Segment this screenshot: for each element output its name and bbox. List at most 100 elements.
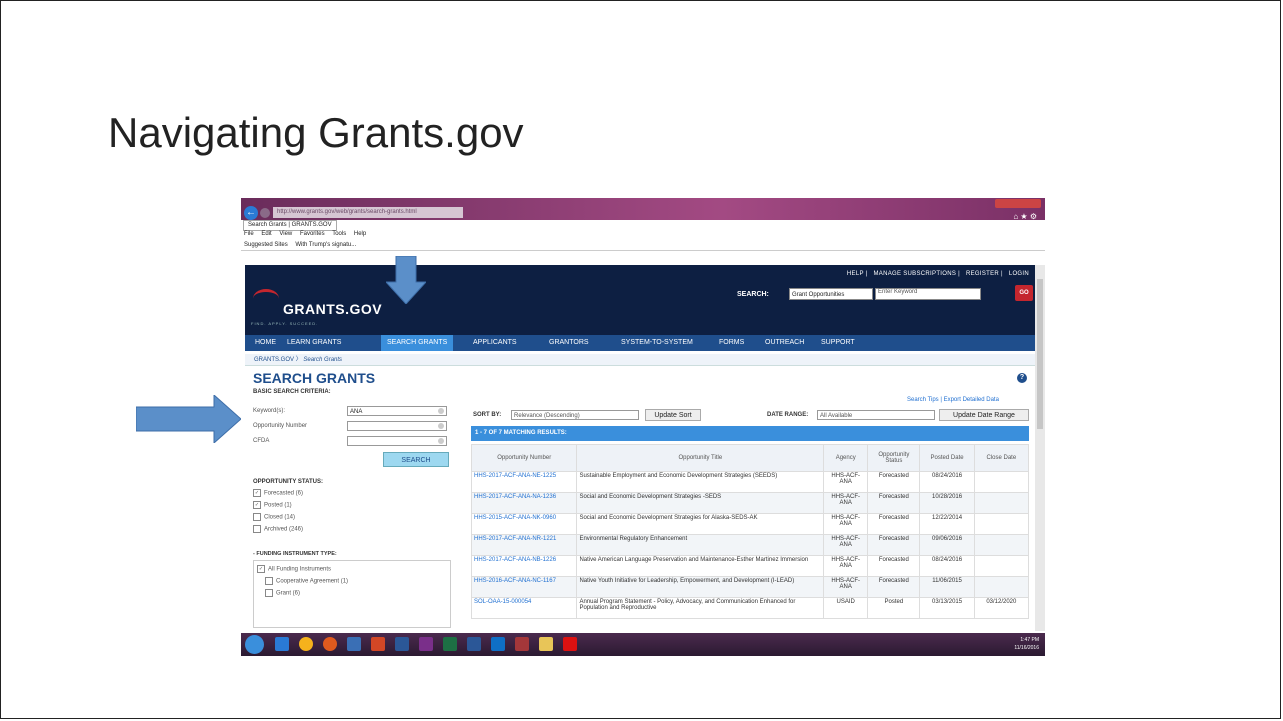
cfda-field[interactable] xyxy=(347,436,447,446)
checkbox-icon[interactable] xyxy=(265,577,273,585)
page-scrollbar[interactable] xyxy=(1035,265,1045,631)
status-archived[interactable]: Archived (246) xyxy=(253,525,303,533)
scrollbar-thumb[interactable] xyxy=(1037,279,1043,429)
nav-search-grants[interactable]: SEARCH GRANTS xyxy=(381,335,454,351)
checkbox-icon[interactable]: ✓ xyxy=(253,489,261,497)
site-logo[interactable]: GRANTS.GOV xyxy=(283,301,382,317)
cell-opp-number[interactable]: HHS-2017-ACF-ANA-NA-1236 xyxy=(470,492,578,514)
cell-opp-number[interactable]: HHS-2016-ACF-ANA-NC-1167 xyxy=(470,576,578,598)
forward-arrow-icon[interactable] xyxy=(260,208,270,218)
outlook-icon[interactable] xyxy=(491,637,505,651)
cell-agency: HHS-ACF-ANA xyxy=(823,513,869,535)
menu-favorites[interactable]: Favorites xyxy=(300,231,325,237)
checkbox-icon[interactable]: ✓ xyxy=(257,565,265,573)
nav-system-to-system[interactable]: SYSTEM-TO-SYSTEM xyxy=(615,335,699,351)
excel-icon[interactable] xyxy=(443,637,457,651)
col-status[interactable]: Opportunity Status xyxy=(867,444,921,472)
menu-tools[interactable]: Tools xyxy=(332,231,346,237)
register-link[interactable]: REGISTER xyxy=(966,271,999,277)
nav-grantors[interactable]: GRANTORS xyxy=(543,335,595,351)
nav-learn-grants[interactable]: LEARN GRANTS xyxy=(281,335,347,351)
fav-trump-signature[interactable]: With Trump's signatu... xyxy=(295,242,356,248)
powerpoint-icon[interactable] xyxy=(371,637,385,651)
col-close-date[interactable]: Close Date xyxy=(973,444,1030,472)
menu-file[interactable]: File xyxy=(244,231,254,237)
start-button-icon[interactable] xyxy=(245,635,264,654)
col-opportunity-number[interactable]: Opportunity Number xyxy=(470,444,578,472)
checkbox-icon[interactable] xyxy=(253,525,261,533)
date-range-select[interactable]: All Available xyxy=(817,410,935,420)
acrobat-icon[interactable] xyxy=(563,637,577,651)
update-date-range-button[interactable]: Update Date Range xyxy=(939,409,1029,421)
funding-instrument-heading[interactable]: - FUNDING INSTRUMENT TYPE: xyxy=(253,551,337,557)
header-search-select[interactable]: Grant Opportunities xyxy=(789,288,873,300)
fit-cooperative[interactable]: Cooperative Agreement (1) xyxy=(265,577,348,585)
cell-posted: 03/13/2015 xyxy=(919,597,975,619)
word-icon-2[interactable] xyxy=(467,637,481,651)
status-posted[interactable]: ✓ Posted (1) xyxy=(253,501,292,509)
window-controls[interactable] xyxy=(995,199,1041,208)
address-bar[interactable]: http://www.grants.gov/web/grants/search-… xyxy=(273,207,463,218)
update-sort-button[interactable]: Update Sort xyxy=(645,409,701,421)
system-tray[interactable]: 1:47 PM 11/16/2016 xyxy=(1014,636,1039,652)
onenote-icon[interactable] xyxy=(419,637,433,651)
col-opportunity-title[interactable]: Opportunity Title xyxy=(576,444,825,472)
status-closed[interactable]: Closed (14) xyxy=(253,513,295,521)
nav-forms[interactable]: FORMS xyxy=(713,335,750,351)
cell-opp-number[interactable]: HHS-2017-ACF-ANA-NB-1226 xyxy=(470,555,578,577)
nav-applicants[interactable]: APPLICANTS xyxy=(467,335,523,351)
firefox-icon[interactable] xyxy=(323,637,337,651)
fav-suggested-sites[interactable]: Suggested Sites xyxy=(244,242,288,248)
clear-icon[interactable] xyxy=(438,438,444,444)
access-icon[interactable] xyxy=(515,637,529,651)
menu-edit[interactable]: Edit xyxy=(261,231,271,237)
cell-status: Posted xyxy=(867,597,921,619)
checkbox-icon[interactable] xyxy=(253,513,261,521)
favorites-bar: Suggested Sites With Trump's signatu... xyxy=(241,239,1045,251)
nav-home[interactable]: HOME xyxy=(249,335,282,351)
menu-help[interactable]: Help xyxy=(354,231,366,237)
opportunity-number-field[interactable] xyxy=(347,421,447,431)
cell-opp-number[interactable]: HHS-2017-ACF-ANA-NR-1221 xyxy=(470,534,578,556)
header-search-input[interactable]: Enter Keyword xyxy=(875,288,981,300)
cell-opp-number[interactable]: HHS-2015-ACF-ANA-NK-0960 xyxy=(470,513,578,535)
help-link[interactable]: HELP xyxy=(847,271,864,277)
keyword-field[interactable]: ANA xyxy=(347,406,447,416)
clear-icon[interactable] xyxy=(438,423,444,429)
cell-title: Native Youth Initiative for Leadership, … xyxy=(576,576,825,598)
search-tips-export-links[interactable]: Search Tips | Export Detailed Data xyxy=(907,397,999,403)
menu-view[interactable]: View xyxy=(279,231,292,237)
status-forecasted[interactable]: ✓ Forecasted (6) xyxy=(253,489,303,497)
date-range-label: DATE RANGE: xyxy=(767,412,809,418)
col-posted-date[interactable]: Posted Date xyxy=(919,444,975,472)
cell-title: Annual Program Statement - Policy, Advoc… xyxy=(576,597,825,619)
manage-subscriptions-link[interactable]: MANAGE SUBSCRIPTIONS xyxy=(873,271,956,277)
breadcrumb-home[interactable]: GRANTS.GOV xyxy=(254,357,294,363)
back-arrow-icon[interactable]: ← xyxy=(244,206,258,220)
sort-select[interactable]: Relevance (Descending) xyxy=(511,410,639,420)
login-link[interactable]: LOGIN xyxy=(1009,271,1029,277)
arrow-down-icon xyxy=(386,256,426,304)
checkbox-icon[interactable] xyxy=(265,589,273,597)
help-icon[interactable]: ? xyxy=(1017,373,1027,383)
ie-icon[interactable] xyxy=(275,637,289,651)
page-title: SEARCH GRANTS xyxy=(253,370,376,386)
word-icon[interactable] xyxy=(395,637,409,651)
app-icon[interactable] xyxy=(347,637,361,651)
search-button[interactable]: SEARCH xyxy=(383,452,449,467)
checkbox-icon[interactable]: ✓ xyxy=(253,501,261,509)
nav-support[interactable]: SUPPORT xyxy=(815,335,861,351)
folder-icon[interactable] xyxy=(539,637,553,651)
nav-outreach[interactable]: OUTREACH xyxy=(759,335,810,351)
fit-label: All Funding Instruments xyxy=(268,566,332,573)
cell-opp-number[interactable]: SOL-OAA-15-000054 xyxy=(470,597,578,619)
browser-screenshot: ← http://www.grants.gov/web/grants/searc… xyxy=(241,198,1045,656)
clear-icon[interactable] xyxy=(438,408,444,414)
keyword-label: Keyword(s): xyxy=(253,408,286,414)
cell-opp-number[interactable]: HHS-2017-ACF-ANA-NE-1225 xyxy=(470,471,578,493)
chrome-icon[interactable] xyxy=(299,637,313,651)
fit-all[interactable]: ✓ All Funding Instruments xyxy=(257,565,331,573)
go-button[interactable]: GO xyxy=(1015,285,1033,301)
fit-grant[interactable]: Grant (6) xyxy=(265,589,300,597)
col-agency[interactable]: Agency xyxy=(823,444,869,472)
